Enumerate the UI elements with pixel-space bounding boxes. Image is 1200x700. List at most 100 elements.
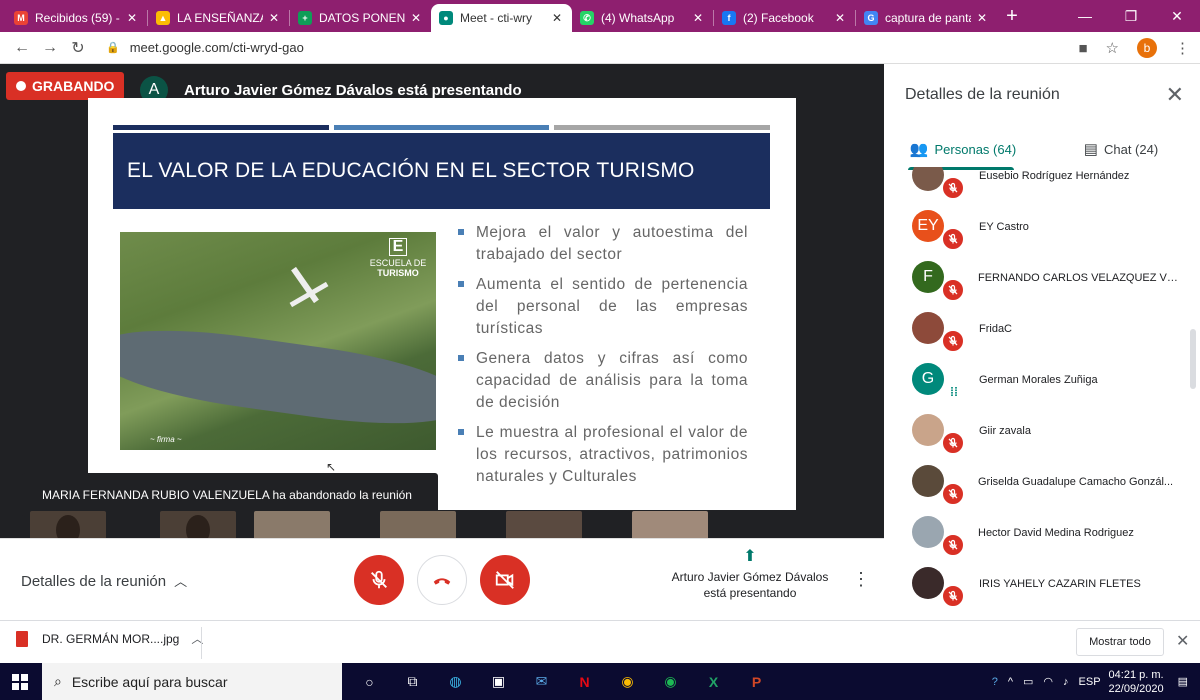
tab-people-label: Personas (64) xyxy=(934,141,1017,157)
leave-call-button[interactable] xyxy=(417,555,467,605)
close-tab-icon[interactable]: ✕ xyxy=(833,11,847,25)
mic-muted-icon xyxy=(941,227,965,251)
participant-thumbnail[interactable] xyxy=(254,511,330,538)
participant-thumbnail[interactable] xyxy=(380,511,456,538)
edge-icon[interactable]: ◍ xyxy=(434,663,477,700)
meeting-details-toggle[interactable]: Detalles de la reunión ︿ xyxy=(21,571,187,590)
bullet-item: Aumenta el sentido de pertenencia del pe… xyxy=(458,274,748,340)
gmail-icon: M xyxy=(14,11,28,25)
reload-icon[interactable]: ↻ xyxy=(64,38,92,58)
browser-tab-title: captura de pantall xyxy=(885,11,971,25)
mic-muted-icon xyxy=(941,533,965,557)
browser-tab[interactable]: Gcaptura de pantall ✕ xyxy=(856,4,997,32)
meeting-details-panel: Detalles de la reunión ✕ 👥 Personas (64)… xyxy=(884,64,1200,620)
lock-icon: 🔒 xyxy=(106,42,120,54)
camera-toggle-button[interactable] xyxy=(480,555,530,605)
close-tab-icon[interactable]: ✕ xyxy=(409,11,423,25)
logo-line2: TURISMO xyxy=(377,268,419,278)
network-icon[interactable]: ▭ xyxy=(1023,675,1033,688)
mic-toggle-button[interactable] xyxy=(354,555,404,605)
presentation-stage: GRABANDO A Arturo Javier Gómez Dávalos e… xyxy=(0,64,884,538)
participant-thumbnail[interactable] xyxy=(506,511,582,538)
close-tab-icon[interactable]: ✕ xyxy=(975,11,989,25)
close-icon[interactable]: ✕ xyxy=(1176,631,1189,651)
task-view-icon[interactable]: ⧉ xyxy=(391,663,434,700)
powerpoint-icon[interactable]: P xyxy=(735,663,778,700)
profile-avatar[interactable]: b xyxy=(1137,38,1157,58)
minimize-icon[interactable]: — xyxy=(1062,0,1108,32)
cortana-icon[interactable]: ○ xyxy=(348,663,391,700)
participant-row[interactable]: FridaC xyxy=(884,303,1184,354)
participant-row[interactable]: Eusebio Rodríguez Hernández xyxy=(884,167,1184,201)
star-icon[interactable]: ☆ xyxy=(1106,39,1119,57)
more-options-icon[interactable]: ⋮ xyxy=(852,569,870,590)
close-tab-icon[interactable]: ✕ xyxy=(550,11,564,25)
taskbar-search[interactable]: ⌕ Escribe aquí para buscar xyxy=(42,663,342,700)
restore-icon[interactable]: ❐ xyxy=(1108,0,1154,32)
forward-icon[interactable]: → xyxy=(36,39,64,57)
presenting-status[interactable]: ⬆ Arturo Javier Gómez Dávalos está prese… xyxy=(666,549,834,601)
panel-scrollbar[interactable] xyxy=(1190,329,1196,389)
chrome-icon[interactable]: ◉ xyxy=(606,663,649,700)
close-tab-icon[interactable]: ✕ xyxy=(267,11,281,25)
browser-tab-title: DATOS PONENTES xyxy=(319,11,405,25)
whatsapp-icon: ✆ xyxy=(580,11,594,25)
browser-tab[interactable]: ▲ LA ENSEÑANZA D ✕ xyxy=(148,4,289,32)
participant-row[interactable]: IRIS YAHELY CAZARIN FLETES xyxy=(884,558,1184,609)
netflix-icon[interactable]: N xyxy=(563,663,606,700)
recording-badge: GRABANDO xyxy=(6,72,125,100)
browser-tab-title: Meet - cti-wry xyxy=(460,11,532,25)
participant-thumbnail[interactable] xyxy=(30,511,106,538)
back-icon[interactable]: ← xyxy=(8,39,36,57)
participant-row[interactable]: F FERNANDO CARLOS VELAZQUEZ VIL... xyxy=(884,252,1184,303)
participant-name: Eusebio Rodríguez Hernández xyxy=(979,169,1130,182)
participant-row[interactable]: G ⁞⁞ German Morales Zuñiga xyxy=(884,354,1184,405)
help-icon[interactable]: ? xyxy=(992,676,998,688)
mail-icon[interactable]: ✉ xyxy=(520,663,563,700)
browser-tab-bar: M Recibidos (59) - al ✕ ▲ LA ENSEÑANZA D ✕ + DA… xyxy=(0,0,1200,32)
chat-icon: ▤ xyxy=(1083,141,1098,158)
notifications-icon[interactable]: ▤ xyxy=(1178,675,1188,688)
close-tab-icon[interactable]: ✕ xyxy=(125,11,139,25)
participant-name: EY Castro xyxy=(979,220,1029,233)
participant-row[interactable]: Giir zavala xyxy=(884,405,1184,456)
volume-icon[interactable]: ♪ xyxy=(1063,676,1069,688)
browser-tab[interactable]: f (2) Facebook ✕ xyxy=(714,4,855,32)
close-icon[interactable]: ✕ xyxy=(1166,82,1184,108)
participant-avatar xyxy=(912,465,944,497)
tab-chat[interactable]: ▤ Chat (24) xyxy=(1042,128,1200,170)
participant-row[interactable]: Griselda Guadalupe Camacho Gonzál... xyxy=(884,456,1184,507)
download-item[interactable]: DR. GERMÁN MOR....jpg ︿ xyxy=(16,630,203,647)
browser-tab[interactable]: M Recibidos (59) - al ✕ xyxy=(6,4,147,32)
participant-row[interactable]: EY EY Castro xyxy=(884,201,1184,252)
participant-row[interactable]: Hector David Medina Rodriguez xyxy=(884,507,1184,558)
participant-name: Griselda Guadalupe Camacho Gonzál... xyxy=(978,475,1174,488)
downloads-bar: DR. GERMÁN MOR....jpg ︿ Mostrar todo ✕ xyxy=(0,620,1200,663)
browser-tab-title: Recibidos (59) - al xyxy=(35,11,121,25)
download-filename: DR. GERMÁN MOR....jpg xyxy=(42,631,180,646)
language-indicator[interactable]: ESP xyxy=(1079,676,1101,688)
browser-tab-title: (4) WhatsApp xyxy=(601,11,675,25)
browser-tab[interactable]: + DATOS PONENTES ✕ xyxy=(290,4,431,32)
participant-thumbnail[interactable] xyxy=(632,511,708,538)
participant-thumbnail[interactable] xyxy=(160,511,236,538)
browser-tab[interactable]: ✆ (4) WhatsApp ✕ xyxy=(572,4,713,32)
browser-tab[interactable]: ● Meet - cti-wry ✕ xyxy=(431,4,572,32)
tab-people[interactable]: 👥 Personas (64) xyxy=(884,128,1042,170)
slide-bar-2 xyxy=(333,125,550,130)
camera-icon[interactable]: ■ xyxy=(1078,40,1087,57)
excel-icon[interactable]: X xyxy=(692,663,735,700)
menu-icon[interactable]: ⋮ xyxy=(1175,39,1190,57)
wifi-icon[interactable]: ◠ xyxy=(1043,675,1053,688)
show-all-button[interactable]: Mostrar todo xyxy=(1076,628,1164,656)
windows-start-icon[interactable] xyxy=(12,674,28,690)
new-tab-icon[interactable]: + xyxy=(997,5,1027,28)
spotify-icon[interactable]: ◉ xyxy=(649,663,692,700)
slide-bar-3 xyxy=(554,125,771,130)
url-field[interactable]: 🔒 meet.google.com/cti-wryd-gao xyxy=(106,40,304,55)
close-tab-icon[interactable]: ✕ xyxy=(691,11,705,25)
chevron-up-icon[interactable]: ^ xyxy=(1008,676,1013,688)
store-icon[interactable]: ▣ xyxy=(477,663,520,700)
close-window-icon[interactable]: ✕ xyxy=(1154,0,1200,32)
clock[interactable]: 04:21 p. m. 22/09/2020 xyxy=(1109,668,1164,696)
